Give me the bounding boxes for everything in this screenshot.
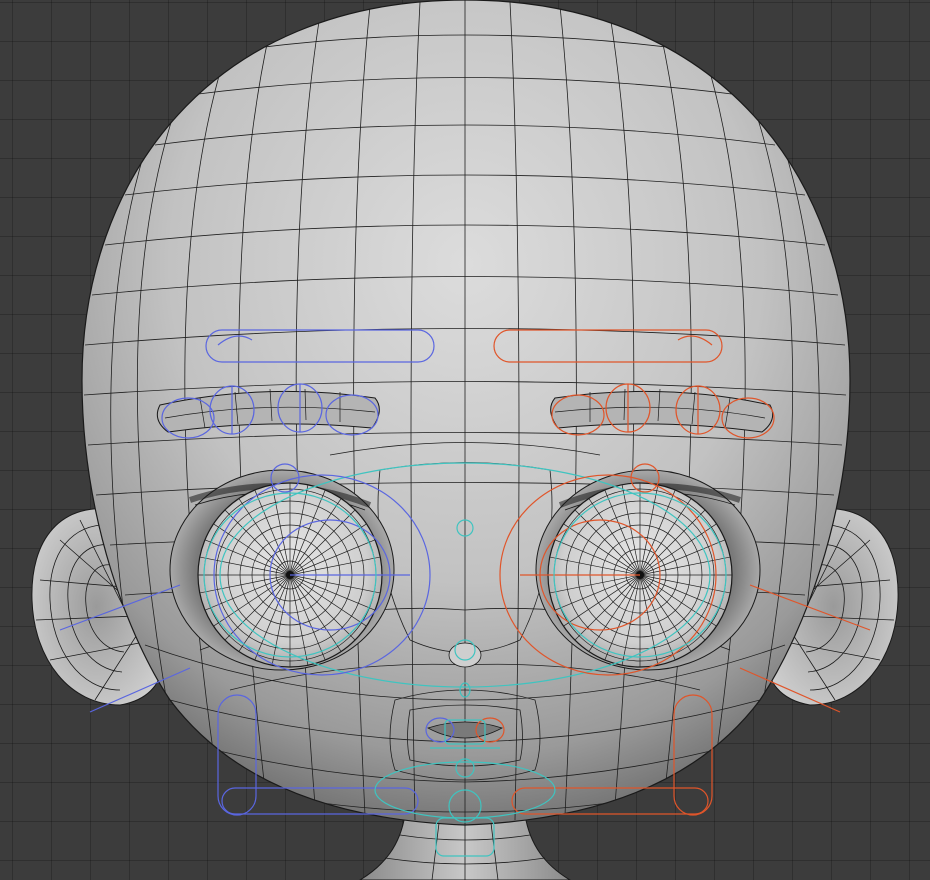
nose-mesh[interactable] — [448, 642, 482, 668]
3d-viewport[interactable] — [0, 0, 930, 880]
scene-canvas[interactable] — [0, 0, 930, 880]
